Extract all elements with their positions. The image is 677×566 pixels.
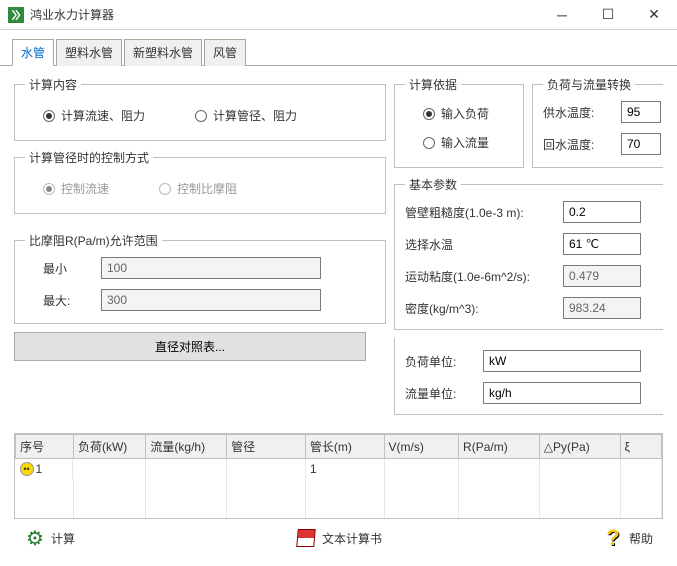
radio-input-load[interactable]: 输入负荷 [423, 105, 495, 122]
calculate-button[interactable]: ⚙ 计算 [24, 527, 75, 549]
radio-dot-icon [195, 110, 207, 122]
results-table[interactable]: 序号 负荷(kW) 流量(kg/h) 管径 管长(m) V(m/s) R(Pa/… [14, 433, 663, 519]
col-load[interactable]: 负荷(kW) [73, 435, 145, 459]
radio-dot-icon [423, 108, 435, 120]
radio-dot-icon [159, 183, 171, 195]
col-length[interactable]: 管长(m) [305, 435, 384, 459]
density-label: 密度(kg/m^3): [405, 300, 555, 317]
water-temp-label: 选择水温 [405, 236, 555, 253]
tab-water-pipe[interactable]: 水管 [12, 39, 54, 66]
supply-temp-input[interactable] [621, 101, 661, 123]
col-diameter[interactable]: 管径 [227, 435, 306, 459]
viscosity-label: 运动粘度(1.0e-6m^2/s): [405, 268, 555, 285]
radio-dot-icon [423, 137, 435, 149]
table-row[interactable]: ••1 1 [16, 459, 662, 480]
radio-control-friction: 控制比摩阻 [159, 180, 237, 197]
col-velocity[interactable]: V(m/s) [384, 435, 459, 459]
load-flow-convert-group: 负荷与流量转换 供水温度: 回水温度: [532, 76, 663, 168]
gear-icon: ⚙ [24, 527, 46, 549]
col-r[interactable]: R(Pa/m) [459, 435, 540, 459]
control-mode-group: 计算管径时的控制方式 控制流速 控制比摩阻 [14, 149, 386, 214]
units-group: 负荷单位: 流量单位: [394, 338, 663, 415]
maximize-button[interactable]: ☐ [585, 0, 631, 29]
friction-max-input [101, 289, 321, 311]
app-icon [8, 7, 24, 23]
friction-range-legend: 比摩阻R(Pa/m)允许范围 [25, 232, 162, 249]
table-row[interactable] [16, 499, 662, 519]
supply-temp-label: 供水温度: [543, 104, 613, 121]
diameter-table-button[interactable]: 直径对照表... [14, 332, 366, 361]
radio-dot-icon [43, 110, 55, 122]
question-icon: ? [602, 527, 624, 549]
help-button[interactable]: ? 帮助 [602, 527, 653, 549]
load-flow-legend: 负荷与流量转换 [543, 76, 635, 93]
basic-params-legend: 基本参数 [405, 176, 461, 193]
tab-bar: 水管 塑料水管 新塑料水管 风管 [0, 30, 677, 66]
friction-range-group: 比摩阻R(Pa/m)允许范围 最小 最大: [14, 232, 386, 324]
control-mode-legend: 计算管径时的控制方式 [25, 149, 153, 166]
text-report-button[interactable]: 文本计算书 [295, 527, 382, 549]
load-unit-label: 负荷单位: [405, 353, 475, 370]
tab-new-plastic-pipe[interactable]: 新塑料水管 [124, 39, 202, 66]
book-icon [295, 527, 317, 549]
close-button[interactable]: ✕ [631, 0, 677, 29]
col-seq[interactable]: 序号 [16, 435, 74, 459]
load-unit-input[interactable] [483, 350, 641, 372]
col-xi[interactable]: ξ [620, 435, 661, 459]
viscosity-input [563, 265, 641, 287]
return-temp-label: 回水温度: [543, 136, 613, 153]
calc-content-group: 计算内容 计算流速、阻力 计算管径、阻力 [14, 76, 386, 141]
flow-unit-input[interactable] [483, 382, 641, 404]
calc-basis-legend: 计算依据 [405, 76, 461, 93]
col-dpy[interactable]: △Py(Pa) [539, 435, 620, 459]
radio-calc-velocity-resistance[interactable]: 计算流速、阻力 [43, 107, 145, 124]
friction-max-label: 最大: [43, 292, 93, 309]
water-temp-input[interactable] [563, 233, 641, 255]
tab-plastic-pipe[interactable]: 塑料水管 [56, 39, 122, 66]
flow-unit-label: 流量单位: [405, 385, 475, 402]
radio-input-flow[interactable]: 输入流量 [423, 134, 495, 151]
smiley-icon: •• [20, 462, 34, 476]
roughness-input[interactable] [563, 201, 641, 223]
density-input [563, 297, 641, 319]
table-row[interactable] [16, 479, 662, 499]
minimize-button[interactable]: ─ [539, 0, 585, 29]
friction-min-input [101, 257, 321, 279]
window-title: 鸿业水力计算器 [30, 6, 539, 23]
radio-calc-diameter-resistance[interactable]: 计算管径、阻力 [195, 107, 297, 124]
return-temp-input[interactable] [621, 133, 661, 155]
roughness-label: 管壁粗糙度(1.0e-3 m): [405, 204, 555, 221]
calc-basis-group: 计算依据 输入负荷 输入流量 [394, 76, 524, 168]
col-flow[interactable]: 流量(kg/h) [146, 435, 227, 459]
tab-air-duct[interactable]: 风管 [204, 39, 246, 66]
friction-min-label: 最小 [43, 260, 93, 277]
basic-params-group: 基本参数 管壁粗糙度(1.0e-3 m): 选择水温 运动粘度(1.0e-6m^… [394, 176, 663, 330]
calc-content-legend: 计算内容 [25, 76, 81, 93]
radio-dot-icon [43, 183, 55, 195]
radio-control-velocity: 控制流速 [43, 180, 109, 197]
